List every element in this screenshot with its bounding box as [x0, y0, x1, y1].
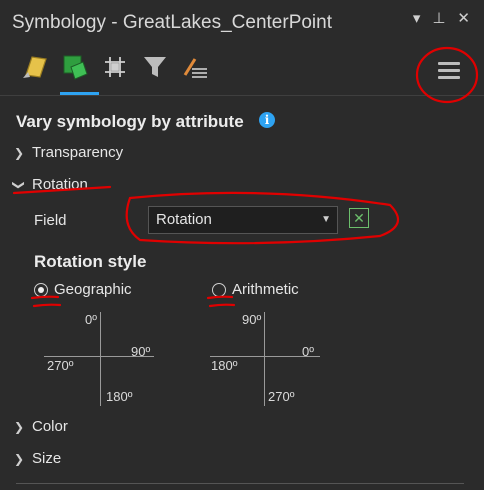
radio-unselected[interactable]: [212, 282, 226, 297]
vary-by-attribute-icon[interactable]: [60, 52, 90, 82]
compass-top-label: 0º: [85, 312, 97, 327]
compass-left-label: 270º: [47, 358, 74, 373]
section-size[interactable]: ❯ Size: [14, 450, 61, 467]
chevron-right-icon: ❯: [14, 145, 25, 160]
radio-arithmetic[interactable]: Arithmetic: [212, 281, 299, 298]
annotation-underline-arithmetic-2: [208, 303, 236, 308]
radio-geographic[interactable]: Geographic: [34, 281, 132, 298]
primary-symbology-icon[interactable]: [20, 52, 50, 82]
panel-title: Symbology - GreatLakes_CenterPoint: [12, 12, 332, 33]
field-dropdown[interactable]: Rotation ▼: [148, 206, 338, 234]
section-label: Size: [32, 450, 62, 467]
rotation-style-heading: Rotation style: [34, 252, 147, 271]
compass-right-label: 0º: [302, 344, 314, 359]
section-divider: [16, 483, 464, 484]
symbology-toolbar: [20, 52, 210, 82]
filter-icon[interactable]: [140, 52, 170, 82]
chevron-down-icon: ❯: [12, 179, 26, 190]
expression-builder-icon[interactable]: ✕: [349, 208, 369, 228]
radio-selected[interactable]: [34, 282, 48, 297]
chevron-right-icon: ❯: [14, 419, 25, 434]
section-label: Transparency: [32, 144, 124, 161]
pin-icon[interactable]: ⊥: [432, 9, 445, 27]
symbol-layer-drawing-icon[interactable]: [180, 52, 210, 82]
compass-left-label: 180º: [211, 358, 238, 373]
window-controls: ▾ ⊥ ✕: [413, 9, 470, 27]
compass-top-label: 90º: [242, 312, 262, 327]
section-rotation[interactable]: ❯ Rotation: [12, 176, 88, 193]
info-icon[interactable]: i: [259, 112, 275, 128]
section-transparency[interactable]: ❯ Transparency: [14, 144, 123, 161]
section-label: Rotation: [32, 176, 88, 193]
arithmetic-compass: 90º 0º 270º 180º: [206, 308, 336, 408]
radio-label: Geographic: [54, 281, 132, 298]
hamburger-menu-icon[interactable]: [438, 62, 460, 82]
dropdown-arrow-icon[interactable]: ▾: [413, 9, 421, 27]
radio-label: Arithmetic: [232, 281, 299, 298]
section-label: Color: [32, 418, 68, 435]
field-label: Field: [34, 212, 67, 229]
compass-bottom-label: 180º: [106, 389, 133, 404]
chevron-down-icon: ▼: [321, 214, 331, 225]
compass-bottom-label: 270º: [268, 389, 295, 404]
page-heading: Vary symbology by attribute: [16, 112, 244, 131]
close-icon[interactable]: ✕: [457, 9, 470, 27]
geographic-compass: 0º 90º 180º 270º: [40, 308, 170, 408]
compass-right-label: 90º: [131, 344, 151, 359]
section-color[interactable]: ❯ Color: [14, 418, 68, 435]
annotation-underline-geographic-2: [32, 303, 62, 308]
labeling-icon[interactable]: [100, 52, 130, 82]
toolbar-divider: [0, 95, 484, 96]
chevron-right-icon: ❯: [14, 451, 25, 466]
dropdown-value: Rotation: [156, 211, 212, 228]
